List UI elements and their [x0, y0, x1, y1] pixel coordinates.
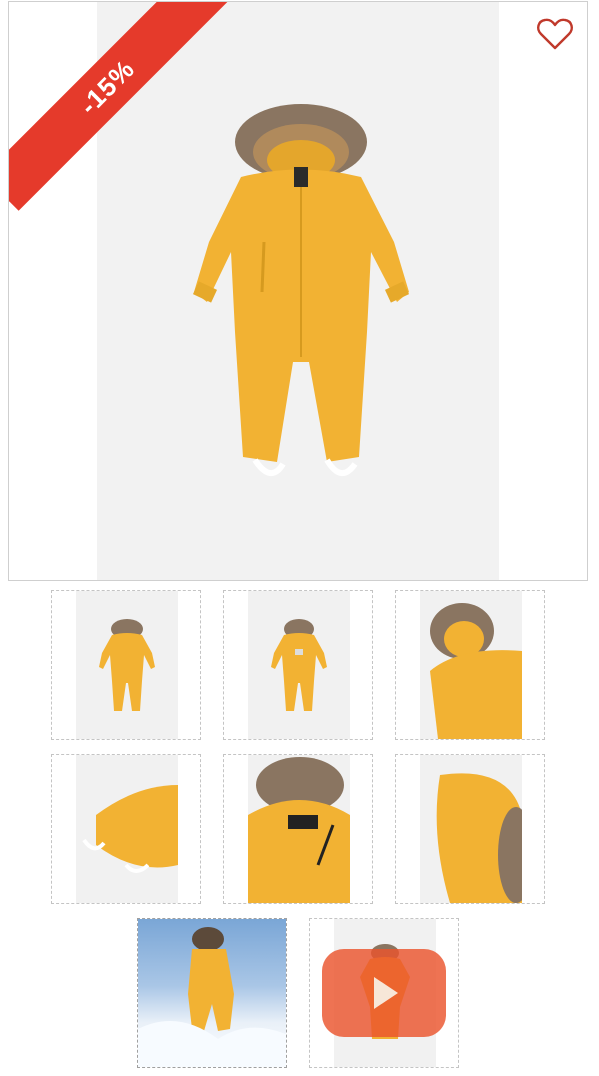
hood-detail-icon: [430, 603, 522, 739]
video-play-button[interactable]: [322, 949, 446, 1037]
thumbnail-open-zipper-detail[interactable]: [223, 754, 373, 904]
open-zipper-icon: [248, 757, 350, 903]
play-icon: [374, 977, 398, 1009]
thumbnail-video[interactable]: [309, 918, 459, 1068]
hood-side-icon: [436, 773, 522, 903]
thumbnail-hood-detail[interactable]: [395, 590, 545, 740]
thumbnail-front-view[interactable]: [51, 590, 201, 740]
snowsuit-thumb-icon: [99, 619, 155, 711]
main-product-image[interactable]: -15%: [8, 1, 588, 581]
heart-icon[interactable]: [535, 14, 575, 54]
thumbnail-hood-side-detail[interactable]: [395, 754, 545, 904]
snowsuit-back-thumb-icon: [271, 619, 327, 711]
child-in-snow-icon: [138, 927, 286, 1067]
thumbnail-back-view[interactable]: [223, 590, 373, 740]
thumbnail-leg-cuff-detail[interactable]: [51, 754, 201, 904]
thumbnail-lifestyle-snow[interactable]: [137, 918, 287, 1068]
leg-cuff-icon: [82, 785, 178, 873]
